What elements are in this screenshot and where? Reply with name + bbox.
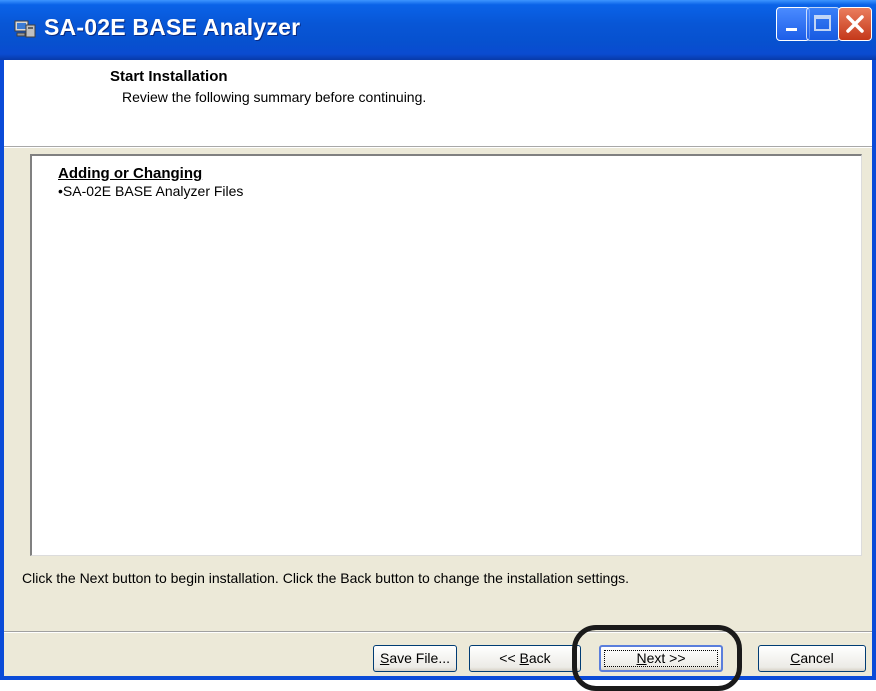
maximize-icon [814,15,831,31]
minimize-button[interactable] [776,7,810,41]
close-icon [846,15,864,33]
window-title: SA-02E BASE Analyzer [44,14,301,40]
installer-computer-icon [14,18,36,40]
close-button[interactable] [838,7,872,41]
summary-box[interactable]: Adding or Changing •SA-02E BASE Analyzer… [30,154,862,556]
instruction-text: Click the Next button to begin installat… [22,570,630,586]
minimize-icon [786,28,797,31]
back-button[interactable]: << Back [469,645,581,672]
summary-heading: Adding or Changing [58,165,203,182]
next-button[interactable]: Next >> [599,645,723,672]
title-bar[interactable]: SA-02E BASE Analyzer [0,0,876,60]
save-file-button[interactable]: Save File... [373,645,457,672]
page-title: Start Installation [110,68,228,85]
installer-window: SA-02E BASE Analyzer Start Installation … [0,0,876,680]
header-panel: Start Installation Review the following … [4,60,872,147]
header-divider [4,147,872,148]
maximize-button[interactable] [806,7,840,41]
footer-divider [4,631,872,633]
cancel-button[interactable]: Cancel [758,645,866,672]
summary-list-item: •SA-02E BASE Analyzer Files [58,183,244,199]
page-subtitle: Review the following summary before cont… [122,89,427,105]
